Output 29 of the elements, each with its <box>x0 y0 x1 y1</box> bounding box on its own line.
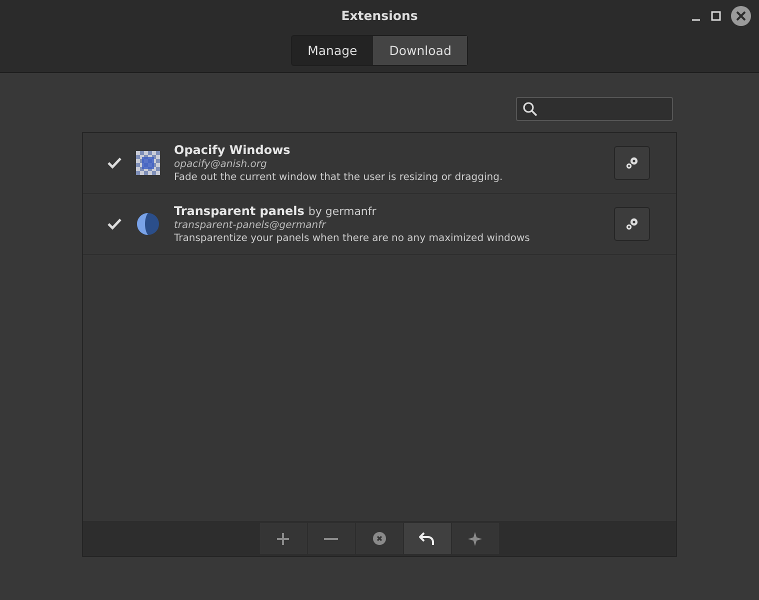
extension-name: Opacify Windows <box>174 143 290 157</box>
extension-author: by germanfr <box>308 205 376 218</box>
tab[interactable]: Manage <box>292 36 374 65</box>
search-field[interactable] <box>516 97 673 121</box>
undo-button[interactable] <box>404 523 452 554</box>
checkmark-icon[interactable] <box>107 218 122 230</box>
checkmark-icon[interactable] <box>107 156 122 168</box>
close-button[interactable] <box>731 6 751 26</box>
extension-uuid: transparent-panels@germanfr <box>174 220 328 231</box>
checkered-window-icon <box>136 151 160 175</box>
search-icon <box>523 102 537 116</box>
settings-icon <box>624 216 640 232</box>
settings-button[interactable] <box>614 146 650 180</box>
minus-icon <box>324 536 338 540</box>
maximize-icon[interactable] <box>711 11 721 21</box>
window-title: Extensions <box>341 8 418 23</box>
extension-name: Transparent panels <box>174 204 304 218</box>
undo-icon <box>419 532 435 546</box>
extension-description: Fade out the current window that the user is resizing or dragging. <box>174 172 504 183</box>
sphere-icon <box>136 212 160 236</box>
sparkle-icon <box>468 532 482 546</box>
tab[interactable]: Download <box>373 36 468 65</box>
extension-uuid: opacify@anish.org <box>174 159 268 170</box>
plus-icon <box>276 532 290 546</box>
clear-icon <box>372 532 386 545</box>
settings-button[interactable] <box>614 207 650 241</box>
close-icon <box>736 11 746 21</box>
extension-description: Transparentize your panels when there are no any maximized windows <box>174 233 531 244</box>
settings-icon <box>624 155 640 171</box>
